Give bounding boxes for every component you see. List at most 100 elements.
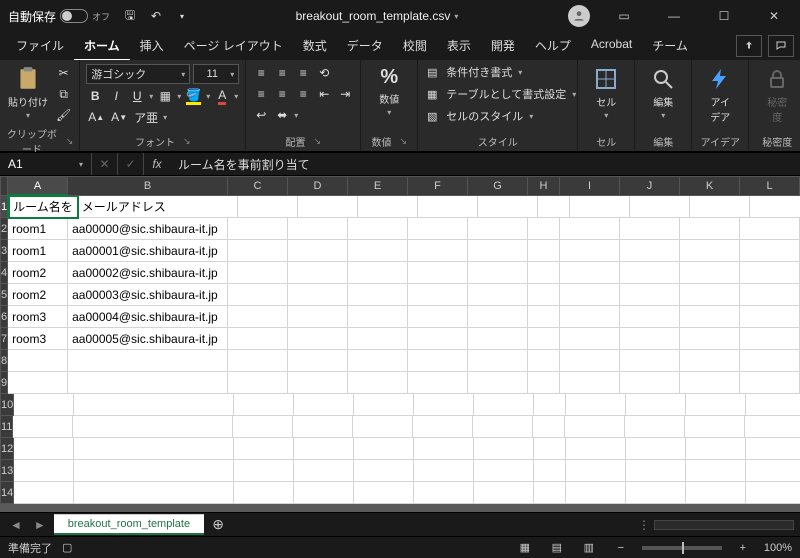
- font-name-select[interactable]: 游ゴシック▾: [86, 64, 190, 84]
- horizontal-scrollbar[interactable]: [654, 520, 794, 530]
- cell[interactable]: [528, 240, 560, 262]
- shrink-font-button[interactable]: A▼: [109, 108, 129, 126]
- cell[interactable]: [468, 350, 528, 372]
- autosave-toggle[interactable]: 自動保存 オフ: [4, 8, 114, 25]
- cell-styles-button[interactable]: ▧セルのスタイル ▾: [424, 108, 533, 124]
- cell[interactable]: [740, 328, 800, 350]
- row-header[interactable]: 13: [0, 460, 14, 482]
- comments-button[interactable]: [768, 35, 794, 57]
- dialog-launcher-icon[interactable]: ↘: [66, 136, 74, 147]
- row-header[interactable]: 11: [0, 416, 13, 438]
- cell[interactable]: [626, 460, 686, 482]
- account-avatar[interactable]: [568, 5, 590, 27]
- cell[interactable]: [358, 196, 418, 218]
- cell[interactable]: [294, 438, 354, 460]
- column-header[interactable]: K: [680, 176, 740, 196]
- cell[interactable]: [288, 372, 348, 394]
- formula-input[interactable]: ルーム名を事前割り当て: [170, 156, 800, 173]
- cell[interactable]: [686, 482, 746, 504]
- cell[interactable]: [750, 196, 800, 218]
- cell[interactable]: [630, 196, 690, 218]
- sheet-next-button[interactable]: ►: [30, 518, 50, 532]
- enter-formula-button[interactable]: ✓: [118, 153, 144, 175]
- maximize-button[interactable]: ☐: [702, 0, 746, 32]
- cell[interactable]: [626, 482, 686, 504]
- cell[interactable]: [620, 328, 680, 350]
- cell[interactable]: [746, 394, 800, 416]
- cell[interactable]: [473, 416, 533, 438]
- cell[interactable]: [478, 196, 538, 218]
- undo-icon[interactable]: ↶: [146, 9, 166, 23]
- cell[interactable]: [354, 438, 414, 460]
- zoom-in-button[interactable]: +: [732, 542, 754, 554]
- cell[interactable]: [566, 438, 626, 460]
- menu-tab-チーム[interactable]: チーム: [642, 32, 698, 61]
- dialog-launcher-icon[interactable]: ↘: [183, 136, 191, 147]
- cell[interactable]: [288, 350, 348, 372]
- font-size-select[interactable]: 11▾: [193, 64, 239, 84]
- cancel-formula-button[interactable]: ✕: [92, 153, 118, 175]
- cell[interactable]: [288, 284, 348, 306]
- cell[interactable]: [238, 196, 298, 218]
- cell[interactable]: [413, 416, 473, 438]
- cell[interactable]: [680, 306, 740, 328]
- cell[interactable]: [528, 306, 560, 328]
- row-header[interactable]: 8: [0, 350, 8, 372]
- cell[interactable]: [474, 460, 534, 482]
- cell[interactable]: [680, 372, 740, 394]
- cell[interactable]: [528, 284, 560, 306]
- share-button[interactable]: [736, 35, 762, 57]
- cell[interactable]: [348, 218, 408, 240]
- menu-tab-Acrobat[interactable]: Acrobat: [581, 32, 642, 61]
- cell[interactable]: [353, 416, 413, 438]
- cell[interactable]: [73, 416, 233, 438]
- page-layout-view-button[interactable]: ▤: [546, 541, 568, 554]
- chevron-down-icon[interactable]: ▾: [149, 92, 153, 101]
- cell[interactable]: [468, 372, 528, 394]
- border-button[interactable]: ▦: [156, 87, 174, 105]
- cell[interactable]: [414, 460, 474, 482]
- cell[interactable]: [620, 262, 680, 284]
- cell[interactable]: [560, 350, 620, 372]
- cell[interactable]: [288, 328, 348, 350]
- cell[interactable]: [68, 372, 228, 394]
- fill-color-button[interactable]: 🪣: [184, 87, 203, 105]
- row-header[interactable]: 12: [0, 438, 14, 460]
- cell[interactable]: [408, 284, 468, 306]
- editing-button[interactable]: 編集 ▾: [641, 64, 685, 120]
- cell[interactable]: [560, 306, 620, 328]
- split-handle[interactable]: ⋮: [638, 518, 650, 532]
- menu-tab-ホーム[interactable]: ホーム: [74, 32, 130, 61]
- cell[interactable]: [740, 372, 800, 394]
- row-header[interactable]: 7: [0, 328, 8, 350]
- row-header[interactable]: 3: [0, 240, 8, 262]
- sensitivity-button[interactable]: 秘密 度: [755, 64, 799, 124]
- cell[interactable]: [626, 394, 686, 416]
- cell[interactable]: メールアドレス: [78, 196, 238, 218]
- align-right-button[interactable]: ≡: [294, 85, 312, 103]
- chevron-down-icon[interactable]: ▾: [163, 113, 167, 122]
- zoom-level-label[interactable]: 100%: [764, 542, 792, 554]
- cell[interactable]: [560, 284, 620, 306]
- indent-increase-button[interactable]: ⇥: [336, 85, 354, 103]
- cell[interactable]: [528, 262, 560, 284]
- cell[interactable]: [745, 416, 800, 438]
- add-sheet-button[interactable]: ⊕: [208, 516, 228, 533]
- column-header[interactable]: H: [528, 176, 560, 196]
- cell[interactable]: [565, 416, 625, 438]
- cell[interactable]: [228, 306, 288, 328]
- cell[interactable]: [468, 240, 528, 262]
- cell[interactable]: [14, 394, 74, 416]
- cell[interactable]: [408, 372, 468, 394]
- bold-button[interactable]: B: [86, 87, 104, 105]
- autosave-pill[interactable]: [60, 9, 88, 23]
- cell[interactable]: [620, 218, 680, 240]
- cell[interactable]: [740, 262, 800, 284]
- cell[interactable]: [740, 350, 800, 372]
- chevron-down-icon[interactable]: ▾: [177, 92, 181, 101]
- cell[interactable]: [288, 218, 348, 240]
- row-header[interactable]: 1: [0, 196, 9, 218]
- format-as-table-button[interactable]: ▦テーブルとして書式設定 ▾: [424, 86, 576, 102]
- cell[interactable]: [228, 372, 288, 394]
- cell[interactable]: [408, 306, 468, 328]
